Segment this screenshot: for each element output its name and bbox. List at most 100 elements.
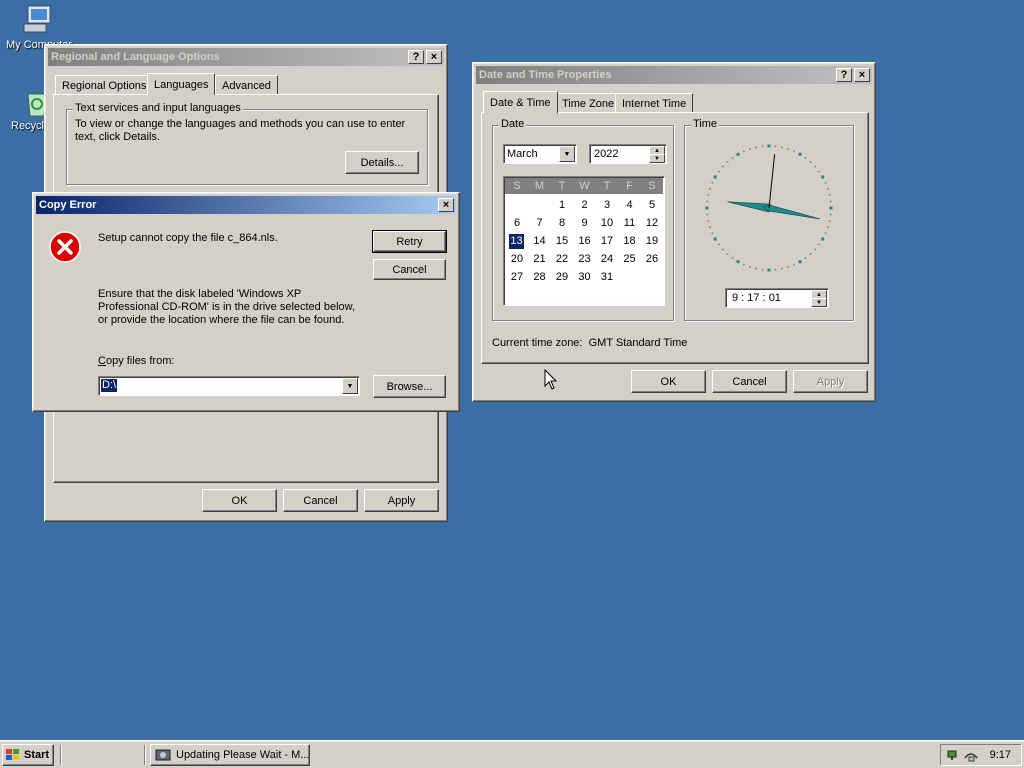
tray-clock[interactable]: 9:17 bbox=[990, 749, 1011, 761]
clock-tick bbox=[818, 170, 820, 173]
copy-files-input[interactable]: D:\ bbox=[101, 379, 118, 392]
clock-tick bbox=[798, 260, 802, 264]
clock-tick bbox=[731, 157, 734, 159]
group-description: To view or change the languages and meth… bbox=[75, 118, 406, 143]
year-spinner[interactable]: 2022 ▲ ▼ bbox=[589, 144, 667, 164]
clock-tick bbox=[821, 175, 825, 179]
clock-tick bbox=[828, 194, 831, 196]
calendar-day[interactable]: 6 bbox=[506, 214, 528, 232]
clock-tick bbox=[726, 253, 729, 255]
browse-button[interactable]: Browse... bbox=[373, 375, 446, 398]
calendar-day[interactable]: 1 bbox=[551, 196, 573, 214]
copy-files-combobox[interactable]: D:\ ▼ bbox=[98, 376, 360, 396]
clock-tick bbox=[749, 148, 751, 150]
calendar-weekday-header: T bbox=[603, 180, 611, 192]
calendar-grid[interactable]: S M T W T F S 1 2 3 4 5 6 7 8 9 10 11 12 13 14 15 16 17 18 19 20 21… bbox=[503, 176, 665, 306]
month-select[interactable]: March ▼ bbox=[503, 144, 577, 164]
clock-tick bbox=[742, 263, 745, 266]
calendar-day[interactable]: 30 bbox=[574, 268, 596, 286]
clock-tick bbox=[821, 237, 825, 241]
apply-button[interactable]: Apply bbox=[364, 489, 439, 512]
clock-tick bbox=[726, 161, 729, 163]
close-button[interactable]: × bbox=[426, 50, 442, 64]
clock-tick bbox=[707, 194, 710, 196]
close-button[interactable]: × bbox=[438, 198, 454, 212]
calendar-day[interactable]: 21 bbox=[529, 250, 551, 268]
time-spinner[interactable]: 9 : 17 : 01 ▲ ▼ bbox=[725, 288, 829, 308]
calendar-day[interactable]: 26 bbox=[641, 250, 663, 268]
tab-date-time[interactable]: Date & Time bbox=[483, 91, 558, 113]
details-button[interactable]: Details... bbox=[345, 151, 419, 174]
calendar-day[interactable]: 24 bbox=[596, 250, 618, 268]
copy-error-dialog: Copy Error × Setup cannot copy the file … bbox=[32, 192, 460, 412]
help-button[interactable]: ? bbox=[836, 68, 852, 82]
chevron-down-icon[interactable]: ▼ bbox=[559, 146, 575, 162]
time-value[interactable]: 9 : 17 : 01 bbox=[732, 292, 781, 304]
calendar-weekday-header: S bbox=[513, 180, 521, 192]
clock-tick bbox=[809, 253, 812, 255]
calendar-day[interactable]: 18 bbox=[619, 232, 641, 250]
clock-tick bbox=[709, 188, 711, 190]
tab-languages[interactable]: Languages bbox=[147, 73, 216, 95]
clock-tick bbox=[711, 181, 714, 184]
retry-button[interactable]: Retry bbox=[372, 230, 447, 253]
calendar-days: S M T W T F S 1 2 3 4 5 6 7 8 9 10 11 12 13 14 15 16 17 18 19 20 21… bbox=[506, 178, 664, 304]
clock-tick bbox=[718, 170, 720, 173]
window-title: Regional and Language Options bbox=[51, 51, 220, 63]
datetime-titlebar[interactable]: Date and Time Properties ? × bbox=[476, 66, 872, 84]
calendar-day[interactable]: 28 bbox=[529, 268, 551, 286]
calendar-day[interactable]: 31 bbox=[596, 268, 618, 286]
calendar-day[interactable]: 2 bbox=[574, 196, 596, 214]
calendar-day[interactable]: 15 bbox=[551, 232, 573, 250]
error-message: Setup cannot copy the file c_864.nls. bbox=[98, 232, 278, 244]
ok-button[interactable]: OK bbox=[631, 370, 706, 393]
calendar-day[interactable]: 29 bbox=[551, 268, 573, 286]
calendar-day[interactable]: 7 bbox=[529, 214, 551, 232]
calendar-day[interactable]: 10 bbox=[596, 214, 618, 232]
calendar-day[interactable]: 16 bbox=[574, 232, 596, 250]
spin-down-icon[interactable]: ▼ bbox=[811, 298, 827, 307]
cancel-button[interactable]: Cancel bbox=[283, 489, 358, 512]
tab-time-zone[interactable]: Time Zone bbox=[555, 93, 622, 113]
calendar-day[interactable]: 14 bbox=[529, 232, 551, 250]
calendar-day[interactable]: 8 bbox=[551, 214, 573, 232]
calendar-day[interactable]: 5 bbox=[641, 196, 663, 214]
network-tray-icon[interactable] bbox=[946, 748, 960, 762]
calendar-day[interactable]: 3 bbox=[596, 196, 618, 214]
tab-internet-time[interactable]: Internet Time bbox=[615, 93, 694, 113]
calendar-day[interactable]: 4 bbox=[619, 196, 641, 214]
tab-advanced[interactable]: Advanced bbox=[215, 75, 278, 95]
taskbar-task-button[interactable]: Updating Please Wait - M... bbox=[150, 744, 310, 766]
help-button[interactable]: ? bbox=[408, 50, 424, 64]
cancel-button[interactable]: Cancel bbox=[712, 370, 787, 393]
copy-files-label: Copy files from: bbox=[98, 355, 175, 367]
apply-button[interactable]: Apply bbox=[793, 370, 868, 393]
tab-regional-options[interactable]: Regional Options bbox=[55, 75, 154, 95]
calendar-day[interactable]: 9 bbox=[574, 214, 596, 232]
close-button[interactable]: × bbox=[854, 68, 870, 82]
calendar-day[interactable]: 23 bbox=[574, 250, 596, 268]
calendar-day[interactable]: 27 bbox=[506, 268, 528, 286]
calendar-day[interactable]: 11 bbox=[619, 214, 641, 232]
clock-tick bbox=[711, 232, 714, 235]
calendar-day[interactable]: 12 bbox=[641, 214, 663, 232]
time-group: Time 9 : 17 : 01 ▲ ▼ bbox=[684, 118, 854, 321]
calendar-day-selected[interactable]: 13 bbox=[509, 234, 524, 249]
calendar-day[interactable]: 17 bbox=[596, 232, 618, 250]
mouse-cursor-icon bbox=[544, 368, 558, 391]
copy-error-titlebar[interactable]: Copy Error × bbox=[36, 196, 456, 214]
spin-down-icon[interactable]: ▼ bbox=[649, 154, 665, 163]
calendar-day[interactable]: 22 bbox=[551, 250, 573, 268]
ok-button[interactable]: OK bbox=[202, 489, 277, 512]
group-label: Time bbox=[691, 118, 720, 130]
clock-tick bbox=[787, 148, 789, 150]
chevron-down-icon[interactable]: ▼ bbox=[342, 378, 358, 394]
connection-tray-icon[interactable] bbox=[963, 748, 979, 762]
regional-titlebar[interactable]: Regional and Language Options ? × bbox=[48, 48, 444, 66]
start-button[interactable]: Start bbox=[2, 744, 54, 766]
calendar-day[interactable]: 25 bbox=[619, 250, 641, 268]
calendar-day[interactable]: 19 bbox=[641, 232, 663, 250]
cancel-button[interactable]: Cancel bbox=[373, 259, 446, 280]
calendar-day[interactable]: 20 bbox=[506, 250, 528, 268]
calendar-weekday-header: S bbox=[648, 180, 656, 192]
